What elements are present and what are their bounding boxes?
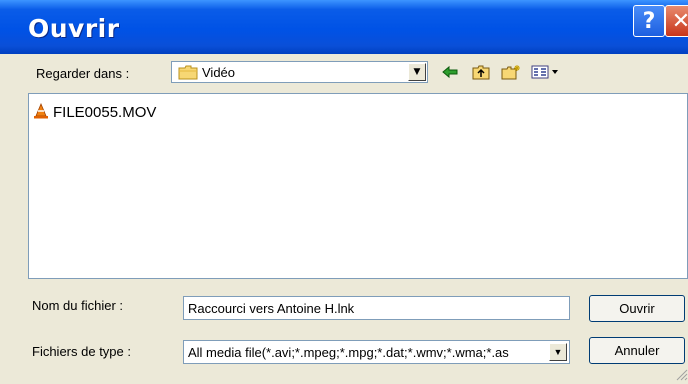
- file-list[interactable]: FILE0055.MOV: [28, 93, 688, 279]
- new-folder-icon[interactable]: [500, 62, 522, 82]
- chevron-down-icon[interactable]: ▼: [408, 63, 426, 81]
- lookin-label: Regarder dans :: [36, 66, 130, 81]
- view-menu-icon[interactable]: [530, 62, 564, 82]
- filetype-label: Fichiers de type :: [32, 344, 131, 359]
- file-name: FILE0055.MOV: [53, 103, 157, 121]
- vlc-cone-icon: [33, 102, 49, 122]
- lookin-dropdown[interactable]: Vidéo ▼: [171, 61, 428, 83]
- lookin-value: Vidéo: [202, 65, 236, 80]
- cancel-button[interactable]: Annuler: [589, 337, 685, 364]
- chevron-down-icon[interactable]: ▼: [549, 343, 567, 361]
- open-button[interactable]: Ouvrir: [589, 295, 685, 322]
- close-button[interactable]: ✕: [665, 5, 688, 37]
- help-button[interactable]: ?: [633, 5, 665, 37]
- resize-grip-icon[interactable]: [674, 367, 688, 381]
- filetype-select[interactable]: All media file(*.avi;*.mpeg;*.mpg;*.dat;…: [183, 340, 570, 364]
- window-title: Ouvrir: [28, 14, 120, 43]
- up-folder-icon[interactable]: [470, 62, 492, 82]
- list-item[interactable]: FILE0055.MOV: [33, 102, 156, 122]
- back-arrow-icon[interactable]: [439, 62, 461, 82]
- filename-label: Nom du fichier :: [32, 298, 124, 313]
- folder-icon: [178, 65, 198, 83]
- filetype-value: All media file(*.avi;*.mpeg;*.mpg;*.dat;…: [188, 345, 509, 360]
- filename-input[interactable]: Raccourci vers Antoine H.lnk: [183, 296, 570, 320]
- title-bar[interactable]: Ouvrir ? ✕: [0, 0, 688, 54]
